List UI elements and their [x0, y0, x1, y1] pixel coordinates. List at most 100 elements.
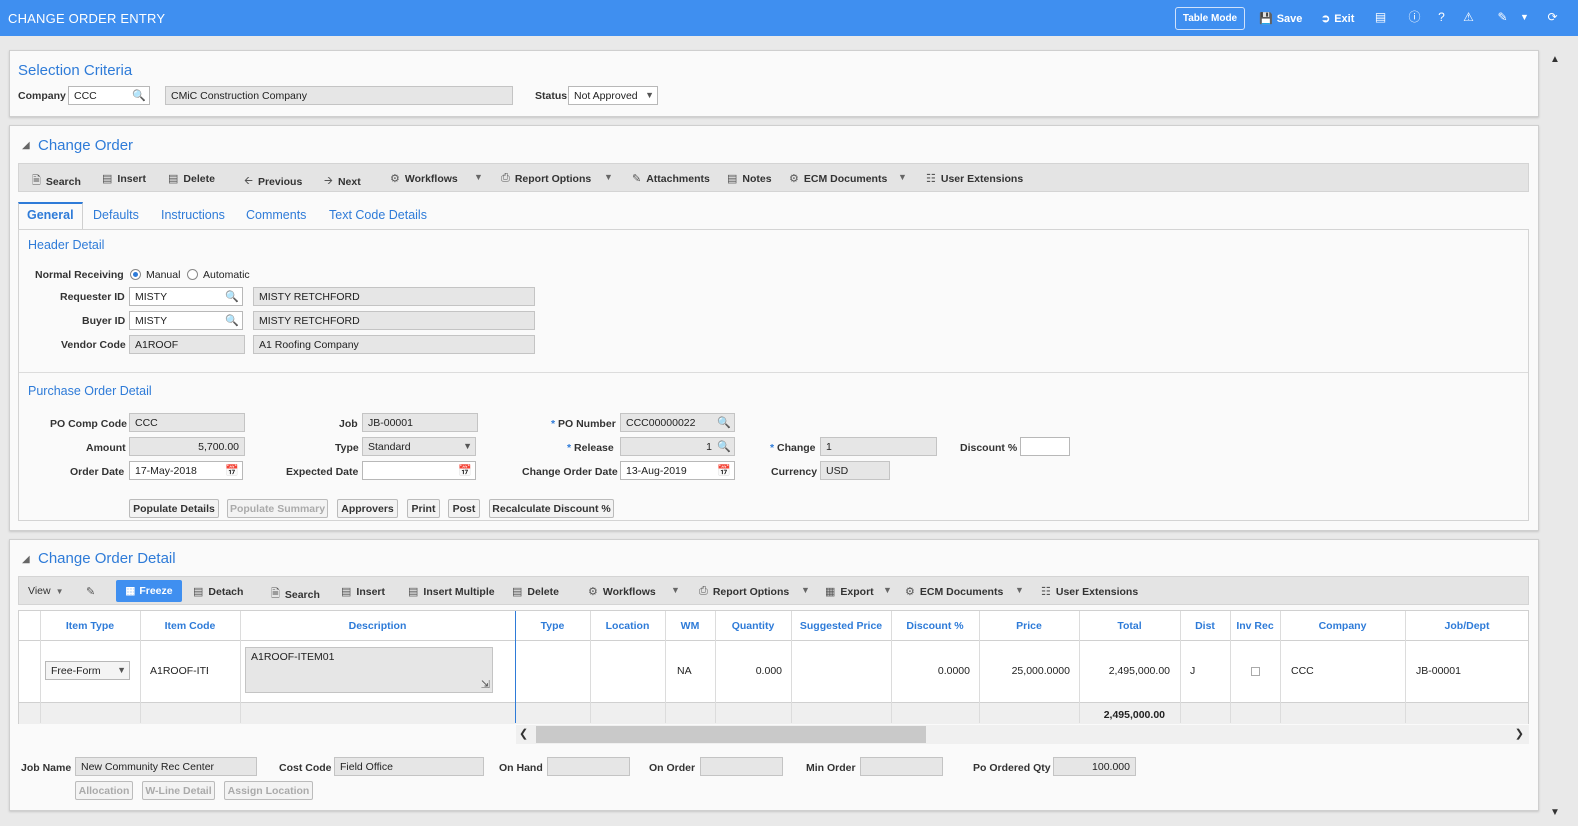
ecm-documents-button[interactable]: ⚙ ECM Documents	[905, 585, 1003, 599]
previous-button[interactable]: 🡨 Previous	[244, 172, 302, 191]
tab-comments[interactable]: Comments	[246, 208, 306, 222]
edit-icon[interactable]: ✎	[1496, 11, 1509, 24]
delete-button[interactable]: ▤ Delete	[512, 585, 559, 599]
search-button[interactable]: 🗎 Search	[32, 172, 81, 191]
company-input[interactable]: CCC 🔍	[68, 86, 150, 105]
next-button[interactable]: 🡪 Next	[324, 172, 361, 191]
workflows-button[interactable]: ⚙ Workflows	[390, 172, 458, 186]
col-total[interactable]: Total	[1079, 620, 1180, 632]
tab-text-code-details[interactable]: Text Code Details	[329, 208, 427, 222]
status-select[interactable]: Not Approved ▼	[568, 86, 658, 105]
col-inv-rec[interactable]: Inv Rec	[1230, 620, 1280, 632]
col-company[interactable]: Company	[1280, 620, 1405, 632]
report-options-button[interactable]: ⎙ Report Options	[699, 585, 789, 598]
calendar-icon[interactable]: 📅	[458, 464, 472, 477]
insert-button[interactable]: ▤ Insert	[102, 172, 146, 186]
detach-button[interactable]: ▤ Detach	[193, 585, 243, 599]
help-icon[interactable]: ?	[1435, 11, 1448, 24]
col-dist[interactable]: Dist	[1180, 620, 1230, 632]
chevron-down-icon[interactable]: ▼	[898, 172, 907, 182]
print-icon[interactable]: ▤	[1374, 11, 1387, 24]
inv-rec-checkbox[interactable]	[1251, 667, 1260, 676]
col-item-code[interactable]: Item Code	[140, 620, 240, 632]
job-dept-cell[interactable]: JB-00001	[1416, 665, 1461, 677]
attachments-button[interactable]: ✎ Attachments	[632, 172, 710, 186]
manual-radio[interactable]	[130, 269, 141, 280]
allocation-button[interactable]: Allocation	[75, 781, 133, 800]
grid-horizontal-scrollbar[interactable]: ❮ ❯	[516, 725, 1529, 744]
search-icon[interactable]: 🔍	[132, 89, 146, 102]
ecm-documents-button[interactable]: ⚙ ECM Documents	[789, 172, 887, 186]
insert-button[interactable]: ▤ Insert	[341, 585, 385, 599]
exit-button[interactable]: ➲ Exit	[1321, 7, 1354, 30]
total-cell[interactable]: 2,495,000.00	[1079, 665, 1170, 677]
post-button[interactable]: Post	[448, 499, 480, 518]
search-icon[interactable]: 🔍	[225, 290, 239, 303]
requester-id-input[interactable]: MISTY 🔍	[129, 287, 243, 306]
scroll-up-icon[interactable]: ▲	[1550, 54, 1560, 65]
search-icon[interactable]: 🔍	[717, 440, 731, 453]
item-code-cell[interactable]: A1ROOF-ITE	[150, 665, 208, 677]
col-type[interactable]: Type	[515, 620, 590, 632]
item-type-select[interactable]: Free-Form ▼	[45, 661, 130, 680]
scrollbar-thumb[interactable]	[536, 726, 926, 743]
edit-columns-icon[interactable]: ✎	[86, 585, 95, 598]
print-button[interactable]: Print	[407, 499, 440, 518]
tab-general[interactable]: General	[27, 208, 74, 222]
po-number-field[interactable]: CCC00000022 🔍	[620, 413, 735, 432]
recalculate-discount-button[interactable]: Recalculate Discount %	[489, 499, 614, 518]
col-description[interactable]: Description	[240, 620, 515, 632]
populate-summary-button[interactable]: Populate Summary	[227, 499, 328, 518]
scroll-right-icon[interactable]: ❯	[1515, 727, 1524, 740]
collapse-icon[interactable]: ◢	[22, 554, 30, 565]
page-scrollbar[interactable]: ▲ ▼	[1548, 50, 1562, 820]
notes-button[interactable]: ▤ Notes	[727, 172, 772, 186]
report-options-button[interactable]: ⎙ Report Options	[501, 172, 591, 185]
search-icon[interactable]: 🔍	[717, 416, 731, 429]
col-quantity[interactable]: Quantity	[715, 620, 791, 632]
chevron-down-icon[interactable]: ▼	[474, 172, 483, 182]
user-extensions-button[interactable]: ☷ User Extensions	[926, 172, 1023, 186]
populate-details-button[interactable]: Populate Details	[129, 499, 219, 518]
company-cell[interactable]: CCC	[1291, 665, 1314, 677]
chevron-down-icon[interactable]: ▼	[671, 585, 680, 595]
refresh-icon[interactable]: ⟳	[1546, 11, 1559, 24]
collapse-icon[interactable]: ◢	[22, 140, 30, 151]
export-button[interactable]: ▦ Export	[825, 585, 874, 599]
scroll-down-icon[interactable]: ▼	[1550, 807, 1560, 818]
order-date-input[interactable]: 17-May-2018 📅	[129, 461, 243, 480]
col-item-type[interactable]: Item Type	[40, 620, 140, 632]
user-extensions-button[interactable]: ☷ User Extensions	[1041, 585, 1138, 599]
assign-location-button[interactable]: Assign Location	[224, 781, 313, 800]
warning-icon[interactable]: ⚠	[1462, 11, 1475, 24]
search-icon[interactable]: 🔍	[225, 314, 239, 327]
discount-cell[interactable]: 0.0000	[891, 665, 970, 677]
chevron-down-icon[interactable]: ▼	[1015, 585, 1024, 595]
wm-cell[interactable]: NA	[677, 665, 692, 677]
col-location[interactable]: Location	[590, 620, 665, 632]
release-field[interactable]: 1 🔍	[620, 437, 735, 456]
calendar-icon[interactable]: 📅	[225, 464, 239, 477]
col-price[interactable]: Price	[979, 620, 1079, 632]
automatic-radio[interactable]	[187, 269, 198, 280]
save-button[interactable]: 💾 Save	[1259, 7, 1302, 30]
tab-instructions[interactable]: Instructions	[161, 208, 225, 222]
expected-date-input[interactable]: 📅	[362, 461, 476, 480]
type-select[interactable]: Standard ▼	[362, 437, 476, 456]
col-wm[interactable]: WM	[665, 620, 715, 632]
calendar-icon[interactable]: 📅	[717, 464, 731, 477]
col-discount[interactable]: Discount %	[891, 620, 979, 632]
chevron-down-icon[interactable]: ▼	[604, 172, 613, 182]
delete-button[interactable]: ▤ Delete	[168, 172, 215, 186]
tab-defaults[interactable]: Defaults	[93, 208, 139, 222]
discount-input[interactable]	[1020, 437, 1070, 456]
info-icon[interactable]: ⓘ	[1408, 11, 1421, 24]
col-suggested-price[interactable]: Suggested Price	[791, 620, 891, 632]
table-mode-button[interactable]: Table Mode	[1175, 7, 1245, 30]
price-cell[interactable]: 25,000.0000	[979, 665, 1070, 677]
chevron-down-icon[interactable]: ▼	[883, 585, 892, 595]
scroll-left-icon[interactable]: ❮	[519, 727, 528, 740]
dist-cell[interactable]: J	[1190, 665, 1195, 677]
chevron-down-icon[interactable]: ▼	[1518, 11, 1531, 24]
freeze-button[interactable]: ▦ Freeze	[116, 580, 182, 602]
